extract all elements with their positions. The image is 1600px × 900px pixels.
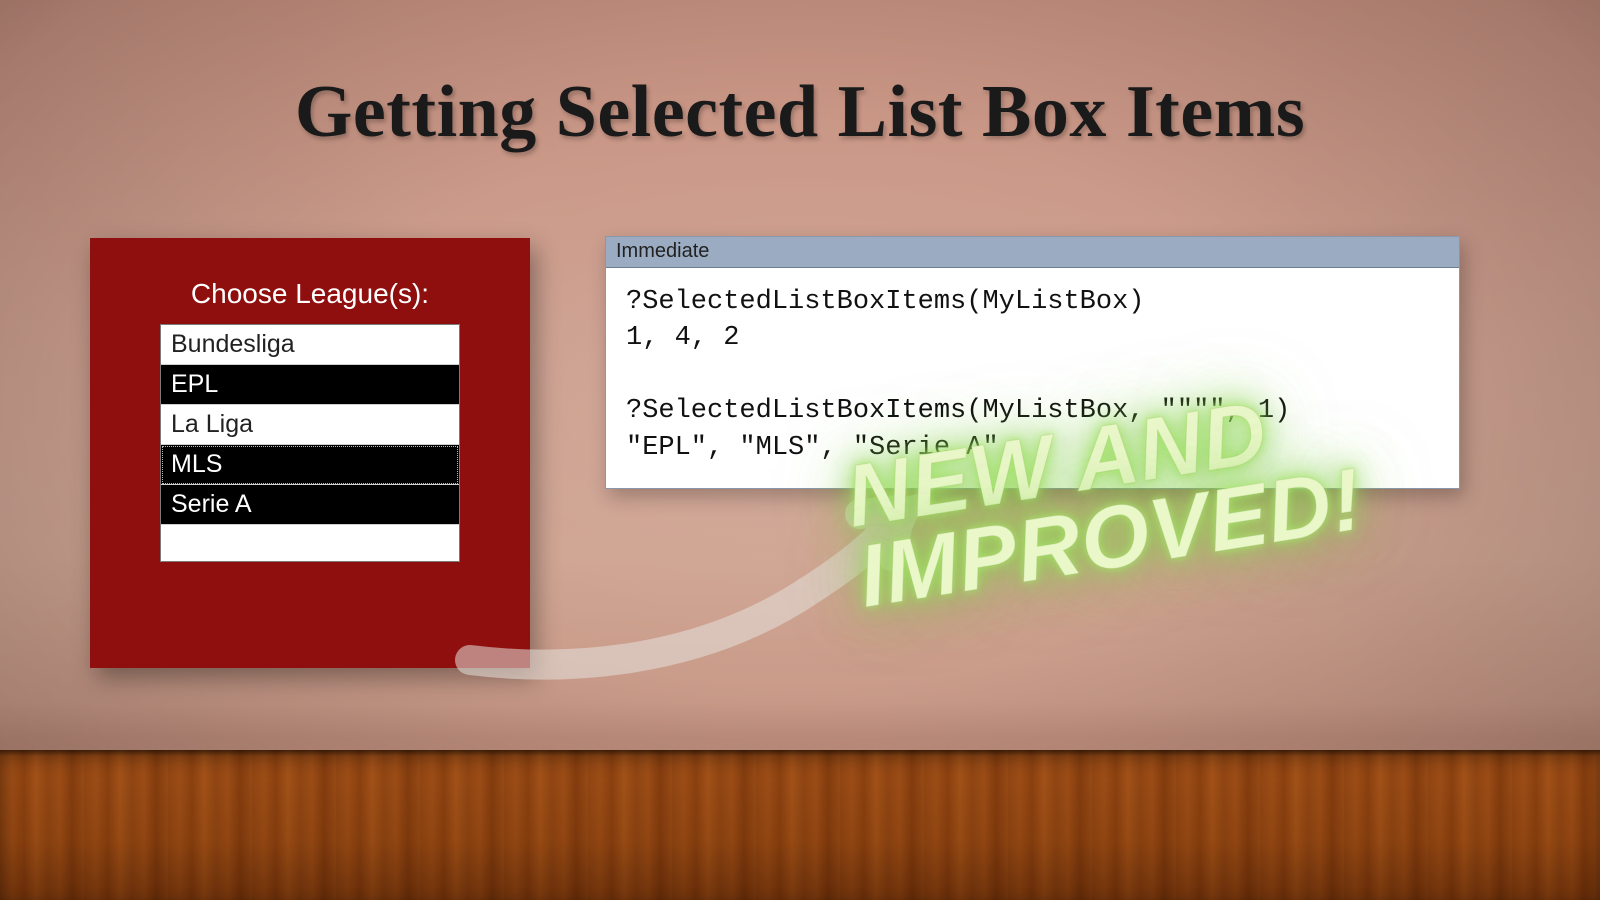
slide-title: Getting Selected List Box Items: [0, 70, 1600, 155]
list-item[interactable]: La Liga: [161, 405, 459, 445]
list-item[interactable]: EPL: [161, 365, 459, 405]
list-item[interactable]: Serie A: [161, 485, 459, 525]
slide-stage: Getting Selected List Box Items Choose L…: [0, 0, 1600, 900]
league-listbox[interactable]: BundesligaEPLLa LigaMLSSerie A: [160, 324, 460, 562]
immediate-window: Immediate ?SelectedListBoxItems(MyListBo…: [605, 236, 1460, 489]
list-item[interactable]: Bundesliga: [161, 325, 459, 365]
list-item-empty: [161, 525, 459, 561]
listbox-card: Choose League(s): BundesligaEPLLa LigaML…: [90, 238, 530, 668]
listbox-label: Choose League(s):: [132, 278, 488, 310]
floor-graphic: [0, 750, 1600, 900]
immediate-body[interactable]: ?SelectedListBoxItems(MyListBox) 1, 4, 2…: [606, 268, 1459, 488]
list-item[interactable]: MLS: [161, 445, 459, 485]
immediate-title: Immediate: [606, 237, 1459, 268]
